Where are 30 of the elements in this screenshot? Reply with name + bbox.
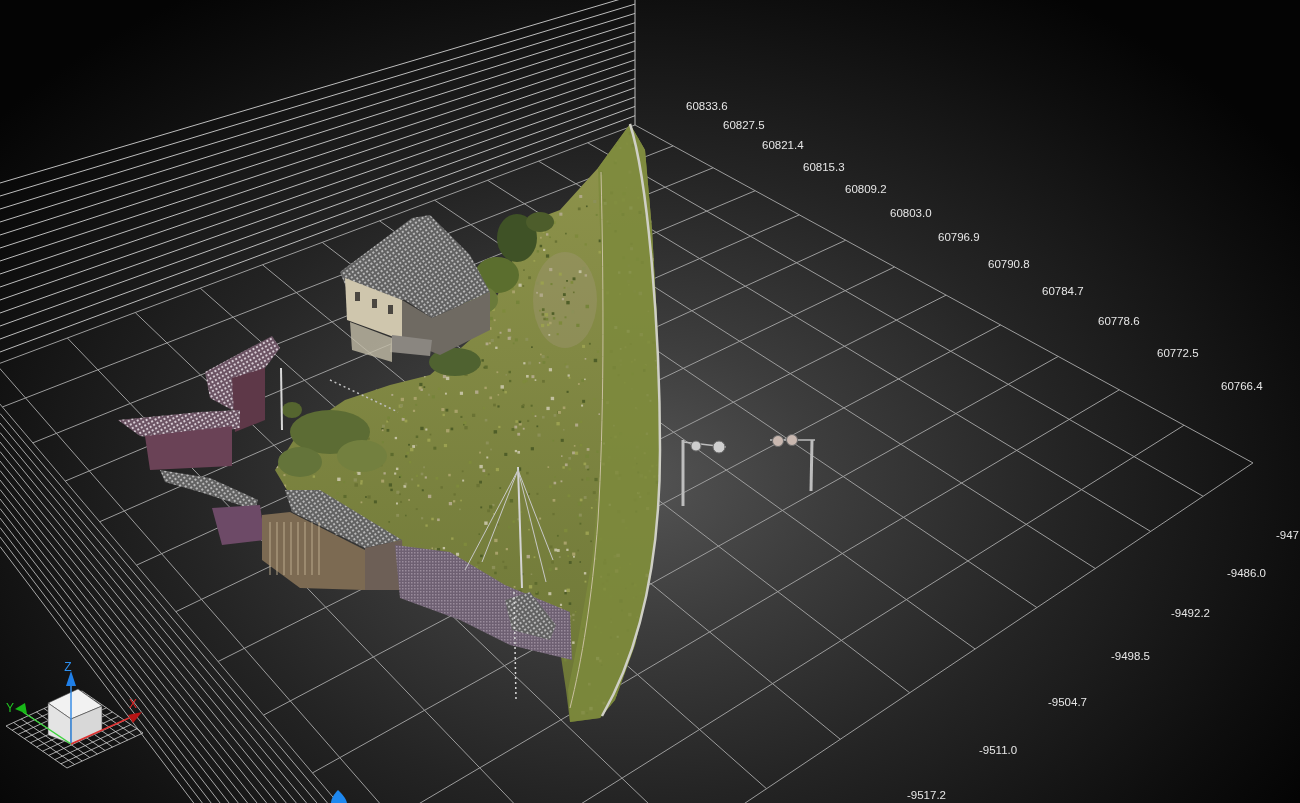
axis-tick-label: 60827.5 — [723, 118, 765, 132]
x-axis-arrow[interactable] — [70, 712, 142, 745]
axis-tick-label: -9486.0 — [1227, 566, 1266, 580]
axis-tick-label: 60796.9 — [938, 230, 980, 244]
axis-tick-label: 60821.4 — [762, 138, 804, 152]
axis-tick-label: -9504.7 — [1048, 695, 1087, 709]
axis-label: X — [129, 697, 137, 711]
street-light-drawing — [769, 434, 816, 492]
axis-tick-label: 60809.2 — [845, 182, 887, 196]
axis-tick-label: 60815.3 — [803, 160, 845, 174]
z-axis-arrow[interactable] — [66, 671, 76, 745]
axis-tick-label: 60803.0 — [890, 206, 932, 220]
axis-tick-label: -947 — [1276, 528, 1300, 542]
axis-tick-label: 60778.6 — [1098, 314, 1140, 328]
axis-tick-label: -9492.2 — [1171, 606, 1210, 620]
axis-tick-label: 60772.5 — [1157, 346, 1199, 360]
axis-tick-label: 60784.7 — [1042, 284, 1084, 298]
axis-label: Z — [64, 660, 72, 674]
axis-tick-label: 60766.4 — [1221, 379, 1263, 393]
axis-label: Y — [6, 701, 14, 715]
view-cube[interactable] — [47, 688, 103, 745]
arrowhead-icon — [331, 790, 347, 803]
axis-tick-label: 60790.8 — [988, 257, 1030, 271]
axis-tick-label: -9517.2 — [907, 788, 946, 802]
axis-tick-label: 60833.6 — [686, 99, 728, 113]
axis-tick-label: -9498.5 — [1111, 649, 1150, 663]
y-axis-arrow[interactable] — [15, 703, 72, 745]
viewport-canvas[interactable]: 60833.6 60827.5 60821.4 60815.3 60809.2 60803.0 60796.9 60790.8 60784.7 60778.6 60772.5 60766.4 -947 -9486.0 -9492.2 -9498.5 -9504.7 -9511.0 -9517.2 Z Y X — [0, 0, 1300, 803]
street-light-drawing — [681, 440, 727, 506]
axis-tick-label: -9511.0 — [979, 743, 1018, 757]
